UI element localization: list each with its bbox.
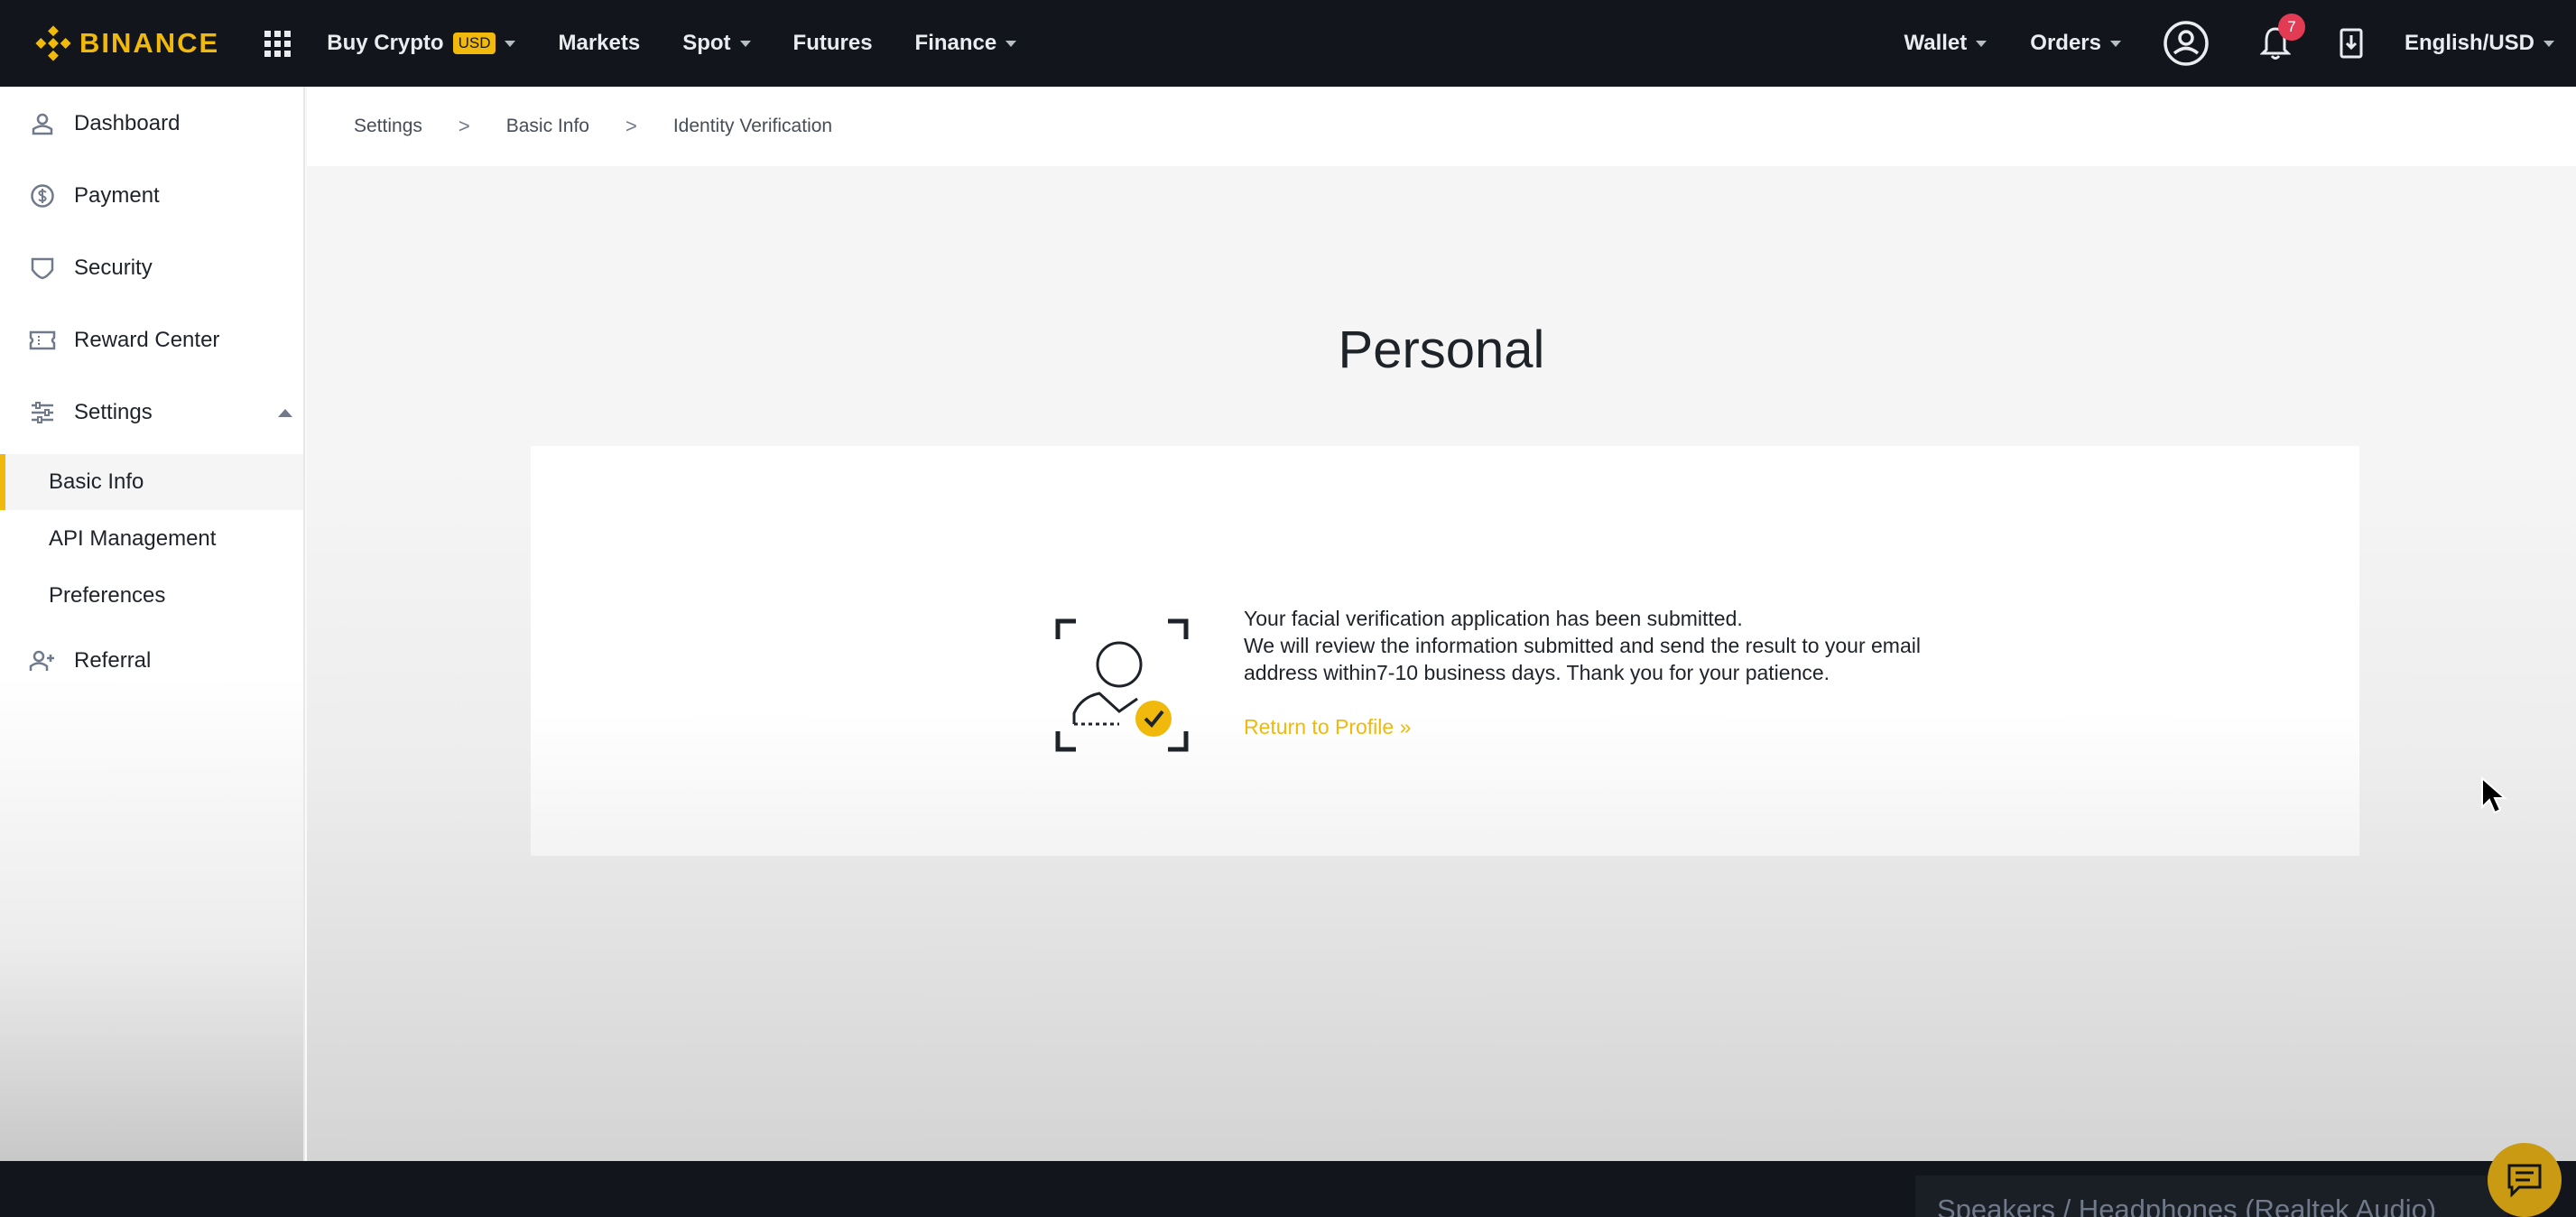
nav-spot[interactable]: Spot: [682, 31, 751, 56]
ticket-icon: [29, 327, 56, 354]
top-navigation-bar: BINANCE Buy Crypto USD Markets Spot Futu…: [0, 0, 2576, 87]
sidebar-item-label: Payment: [74, 183, 160, 208]
sidebar-item-label: Referral: [74, 648, 152, 673]
nav-buy-crypto-label: Buy Crypto: [327, 31, 444, 55]
sidebar-item-label: Reward Center: [74, 328, 220, 352]
user-add-icon: [29, 647, 56, 674]
download-button[interactable]: [2340, 28, 2363, 59]
sidebar-subitem-preferences[interactable]: Preferences: [0, 568, 303, 624]
profile-button[interactable]: [2163, 20, 2210, 67]
audio-device-tooltip: Speakers / Headphones (Realtek Audio): [1915, 1175, 2507, 1217]
page-title: Personal: [1338, 321, 1545, 379]
logo-text: BINANCE: [79, 27, 220, 59]
breadcrumb-separator: >: [458, 115, 470, 137]
chevron-up-icon: [278, 408, 292, 417]
verification-message: Your facial verification application has…: [1244, 605, 1930, 686]
chevron-down-icon: [2544, 40, 2554, 47]
main-nav: Buy Crypto USD Markets Spot Futures Fina…: [327, 31, 1059, 56]
breadcrumb-separator: >: [625, 115, 637, 137]
sidebar-item-settings[interactable]: Settings: [0, 394, 303, 432]
language-currency-label: English/USD: [2404, 31, 2534, 55]
sidebar-subitem-basic-info[interactable]: Basic Info: [0, 454, 303, 510]
user-icon: [29, 110, 56, 137]
sidebar-item-payment[interactable]: Payment: [0, 177, 303, 215]
mouse-cursor-icon: [2481, 776, 2507, 814]
notification-count-badge: 7: [2277, 14, 2305, 41]
orders-menu[interactable]: Orders: [2030, 31, 2121, 56]
chevron-down-icon: [1976, 40, 1988, 47]
download-app-icon: [2340, 28, 2363, 59]
binance-logo[interactable]: BINANCE: [34, 0, 219, 87]
verification-message-line1: Your facial verification application has…: [1244, 607, 1743, 630]
sidebar-item-label: Security: [74, 255, 153, 280]
dollar-circle-icon: [29, 182, 56, 209]
support-chat-button[interactable]: [2488, 1143, 2562, 1217]
chevron-down-icon: [2109, 40, 2121, 47]
notifications-button[interactable]: 7: [2259, 14, 2305, 60]
nav-markets-label: Markets: [558, 31, 641, 55]
nav-futures-label: Futures: [792, 31, 873, 55]
nav-spot-label: Spot: [682, 31, 731, 55]
language-currency-menu[interactable]: English/USD: [2405, 31, 2554, 56]
chevron-down-icon: [739, 40, 751, 47]
sidebar-subitem-api-management[interactable]: API Management: [0, 511, 303, 567]
breadcrumb-basic-info[interactable]: Basic Info: [506, 116, 589, 137]
chevron-down-icon: [505, 40, 516, 47]
sidebar: Dashboard Payment Security Reward Center…: [0, 87, 305, 1161]
breadcrumb-identity-verification: Identity Verification: [672, 116, 833, 136]
sidebar-item-referral[interactable]: Referral: [0, 642, 303, 680]
nav-finance-label: Finance: [914, 31, 997, 55]
sliders-icon: [29, 399, 56, 426]
sidebar-item-reward-center[interactable]: Reward Center: [0, 321, 303, 359]
shield-icon: [29, 255, 56, 282]
binance-logo-icon: [35, 25, 71, 61]
sidebar-item-security[interactable]: Security: [0, 249, 303, 287]
nav-buy-crypto[interactable]: Buy Crypto USD: [327, 31, 516, 56]
wallet-menu[interactable]: Wallet: [1904, 31, 1988, 56]
chat-icon: [2507, 1164, 2542, 1197]
orders-label: Orders: [2030, 31, 2101, 55]
sidebar-subitem-label: Basic Info: [49, 469, 144, 494]
right-nav: Wallet Orders 7 English/USD: [1904, 0, 2576, 87]
sidebar-item-label: Dashboard: [74, 111, 181, 135]
chevron-down-icon: [1005, 40, 1017, 47]
nav-markets[interactable]: Markets: [558, 31, 640, 56]
nav-futures[interactable]: Futures: [793, 31, 873, 56]
nav-finance[interactable]: Finance: [915, 31, 1017, 56]
user-circle-icon: [2164, 21, 2209, 66]
breadcrumb: Settings > Basic Info > Identity Verific…: [307, 87, 2576, 166]
apps-grid-icon[interactable]: [264, 30, 292, 57]
usd-badge: USD: [452, 33, 496, 54]
sidebar-subitem-label: API Management: [49, 526, 217, 551]
verification-status-card: Your facial verification application has…: [531, 446, 2359, 856]
breadcrumb-settings[interactable]: Settings: [354, 116, 422, 137]
return-to-profile-link[interactable]: Return to Profile »: [1244, 715, 1411, 739]
wallet-label: Wallet: [1904, 31, 1968, 55]
verification-message-details: We will review the information submitted…: [1244, 634, 1921, 684]
main-content: Personal Your facial verification applic…: [307, 166, 2576, 1161]
face-verification-icon: [1055, 618, 1189, 752]
sidebar-subitem-label: Preferences: [49, 583, 166, 608]
sidebar-item-label: Settings: [74, 400, 153, 424]
sidebar-item-dashboard[interactable]: Dashboard: [0, 105, 303, 143]
